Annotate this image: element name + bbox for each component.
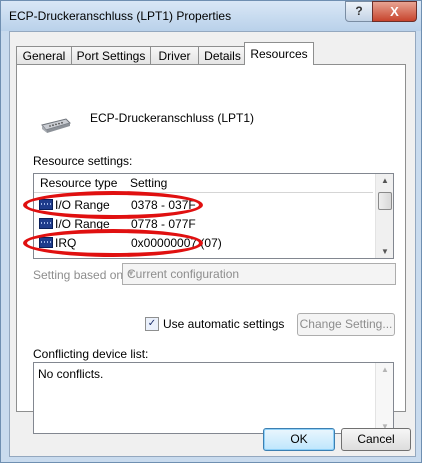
help-button[interactable]: ? bbox=[345, 1, 373, 22]
device-name: ECP-Druckeranschluss (LPT1) bbox=[90, 111, 255, 125]
tab-port-settings[interactable]: Port Settings bbox=[71, 46, 151, 65]
setting-based-on-label: Setting based on: bbox=[33, 268, 127, 282]
scroll-up-icon[interactable]: ▲ bbox=[381, 176, 389, 185]
ok-button[interactable]: OK bbox=[263, 428, 335, 451]
setting-based-on-select[interactable]: Current configuration ▼ bbox=[122, 263, 396, 285]
chip-icon bbox=[39, 218, 53, 229]
column-resource-type[interactable]: Resource type bbox=[40, 176, 117, 190]
conflicting-device-label: Conflicting device list: bbox=[33, 347, 149, 361]
close-button[interactable]: X bbox=[372, 1, 417, 22]
scroll-down-icon[interactable]: ▼ bbox=[381, 247, 389, 256]
highlight-ellipse bbox=[23, 229, 203, 257]
conflicts-text: No conflicts. bbox=[38, 367, 104, 381]
tab-details[interactable]: Details bbox=[198, 46, 247, 65]
highlight-ellipse bbox=[23, 191, 203, 219]
port-icon bbox=[41, 118, 71, 133]
use-automatic-label[interactable]: Use automatic settings bbox=[163, 317, 284, 331]
use-automatic-checkbox[interactable]: ✓ bbox=[145, 317, 159, 331]
conflicts-scrollbar[interactable]: ▲ ▼ bbox=[375, 363, 393, 433]
chevron-down-icon: ▼ bbox=[127, 269, 135, 278]
scroll-up-icon[interactable]: ▲ bbox=[381, 365, 389, 374]
resources-panel: ECP-Druckeranschluss (LPT1) Resource set… bbox=[16, 64, 406, 434]
resource-settings-label: Resource settings: bbox=[33, 154, 133, 168]
tab-resources[interactable]: Resources bbox=[244, 42, 314, 65]
column-setting[interactable]: Setting bbox=[130, 176, 167, 190]
list-scrollbar[interactable]: ▲ ▼ bbox=[375, 174, 393, 258]
properties-window: ECP-Druckeranschluss (LPT1) Properties ?… bbox=[0, 0, 422, 463]
scroll-thumb[interactable] bbox=[378, 192, 392, 210]
cancel-button[interactable]: Cancel bbox=[341, 428, 411, 451]
window-title: ECP-Druckeranschluss (LPT1) Properties bbox=[9, 9, 232, 23]
dialog-client: General Port Settings Driver Details Res… bbox=[9, 31, 416, 457]
title-bar[interactable]: ECP-Druckeranschluss (LPT1) Properties ?… bbox=[1, 1, 421, 31]
tab-driver[interactable]: Driver bbox=[150, 46, 199, 65]
change-setting-button[interactable]: Change Setting... bbox=[297, 313, 395, 336]
tab-general[interactable]: General bbox=[16, 46, 72, 65]
conflicting-device-list[interactable]: No conflicts. ▲ ▼ bbox=[33, 362, 394, 434]
list-header: Resource type Setting bbox=[34, 174, 373, 193]
